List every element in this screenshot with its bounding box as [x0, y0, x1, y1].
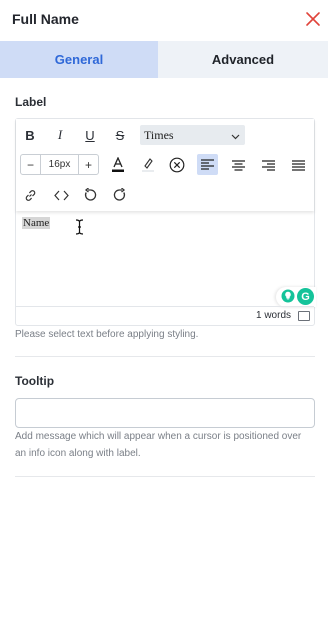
bold-icon[interactable]: B: [22, 127, 38, 143]
chevron-down-icon: [231, 130, 240, 145]
section-divider: [15, 356, 315, 357]
editor-content-text[interactable]: Name: [22, 217, 51, 229]
font-size-increment-button[interactable]: +: [78, 155, 98, 174]
tab-general[interactable]: General: [0, 41, 158, 78]
lightbulb-icon[interactable]: [281, 289, 295, 303]
label-rich-text-editor[interactable]: B I U S Times − 16px + Name G 1 words: [15, 118, 316, 326]
strikethrough-icon[interactable]: S: [112, 127, 128, 143]
code-icon[interactable]: [52, 187, 70, 203]
redo-icon[interactable]: [112, 187, 128, 203]
tab-bar: General Advanced: [0, 41, 328, 78]
panel-title: Full Name: [12, 11, 79, 27]
text-cursor-icon: [75, 219, 84, 240]
grammarly-widget[interactable]: G: [276, 287, 316, 307]
panel-header: Full Name: [0, 0, 328, 40]
editor-toolbar: B I U S Times − 16px +: [16, 119, 314, 211]
font-family-select[interactable]: Times: [140, 125, 245, 145]
align-center-icon[interactable]: [230, 156, 246, 174]
section-divider: [15, 476, 315, 477]
highlight-icon[interactable]: [140, 156, 156, 174]
close-icon[interactable]: [305, 11, 321, 27]
label-heading: Label: [15, 95, 47, 109]
underline-icon[interactable]: U: [82, 127, 98, 143]
link-icon[interactable]: [22, 187, 38, 203]
grammarly-icon[interactable]: G: [297, 288, 314, 305]
label-hint: Please select text before applying styli…: [15, 329, 199, 340]
word-count: 1 words: [255, 310, 291, 321]
tooltip-input[interactable]: [15, 398, 315, 428]
undo-icon[interactable]: [82, 187, 98, 203]
tooltip-heading: Tooltip: [15, 374, 55, 388]
italic-icon[interactable]: I: [52, 127, 68, 143]
tooltip-hint: Add message which will appear when a cur…: [15, 431, 302, 459]
align-justify-icon[interactable]: [290, 156, 306, 174]
editor-status-bar: 1 words: [16, 306, 314, 325]
font-size-value[interactable]: 16px: [41, 155, 78, 174]
font-color-icon[interactable]: [110, 156, 126, 174]
font-size-stepper[interactable]: − 16px +: [20, 154, 99, 175]
font-size-decrement-button[interactable]: −: [21, 155, 41, 174]
resize-handle-icon[interactable]: [298, 311, 310, 321]
clear-format-icon[interactable]: [168, 156, 186, 174]
align-right-icon[interactable]: [260, 156, 276, 174]
font-family-value: Times: [144, 127, 174, 142]
align-left-icon[interactable]: [197, 154, 218, 175]
tab-advanced[interactable]: Advanced: [158, 41, 328, 78]
